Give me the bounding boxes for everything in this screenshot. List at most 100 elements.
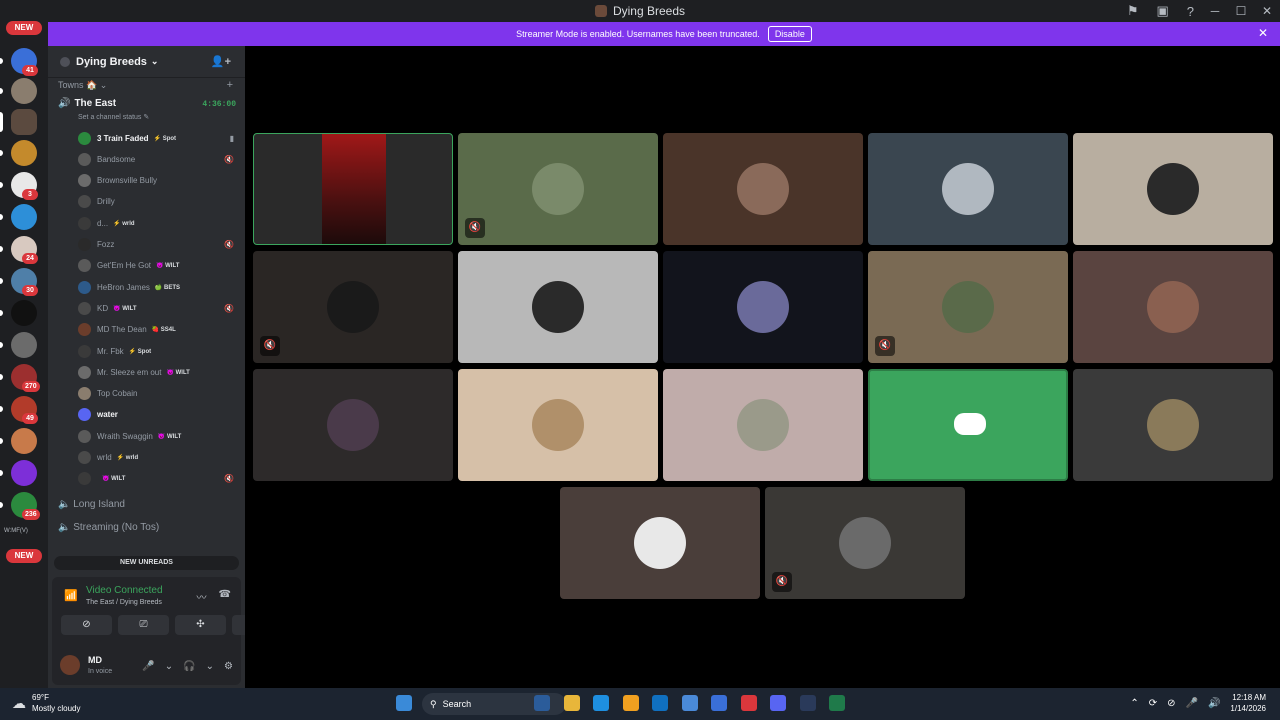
participant-tile[interactable] [663, 251, 863, 363]
unread-pip [0, 310, 3, 316]
network-icon[interactable]: ⊘ [1167, 698, 1175, 709]
disable-button[interactable]: Disable [767, 26, 812, 42]
member-item[interactable]: 3 Train Faded ⚡ Spot ▮ [78, 129, 240, 147]
category-towns[interactable]: Towns 🏠 ⌄ [58, 80, 107, 91]
chevron-up-icon[interactable]: ⌃ [1130, 698, 1138, 709]
server-icon[interactable] [11, 204, 37, 230]
server-icon[interactable] [11, 428, 37, 454]
headphones-icon[interactable]: 🎧 [183, 661, 195, 672]
participant-tile[interactable] [253, 369, 453, 481]
camera-button[interactable]: ⊘ [61, 615, 112, 635]
channel-status[interactable]: Set a channel status ✎ [78, 113, 149, 121]
sync-icon[interactable]: ⟳ [1149, 698, 1157, 709]
member-name: Mr. Fbk [97, 346, 124, 356]
member-item[interactable]: water [78, 406, 240, 424]
weather-widget[interactable]: ☁ 69°F Mostly cloudy [12, 692, 80, 714]
participant-tile[interactable] [868, 133, 1068, 245]
close-icon[interactable]: ✕ [1258, 26, 1268, 40]
invite-icon[interactable]: 👤+ [211, 55, 231, 68]
member-item[interactable]: 😈 WILT 🔇 [78, 470, 240, 488]
disconnect-icon[interactable]: ☎ [219, 589, 231, 604]
chevron-down-icon[interactable]: ⌄ [206, 661, 214, 672]
participant-tile[interactable] [1073, 369, 1273, 481]
member-item[interactable]: Mr. Fbk ⚡ Spot [78, 342, 240, 360]
avatar [78, 152, 91, 166]
mic-icon[interactable]: 🎤 [142, 661, 154, 672]
close-button[interactable]: ✕ [1254, 4, 1280, 18]
screen-icon[interactable]: ▣ [1156, 3, 1168, 19]
server-label[interactable]: W:MF(V) [4, 528, 28, 534]
participant-tile[interactable] [253, 133, 453, 245]
clock[interactable]: 12:18 AM 1/14/2026 [1230, 692, 1266, 714]
server-icon[interactable] [11, 109, 37, 135]
member-item[interactable]: Bandsome 🔇 [78, 150, 240, 168]
participant-tile[interactable] [868, 369, 1068, 481]
server-icon[interactable] [11, 300, 37, 326]
activities-button[interactable]: ✣ [175, 615, 226, 635]
participant-tile[interactable]: 🔇 [868, 251, 1068, 363]
taskbar-app-icon[interactable] [622, 695, 639, 711]
participant-tile[interactable] [1073, 251, 1273, 363]
participant-tile[interactable] [560, 487, 760, 599]
help-icon[interactable]: ? [1187, 4, 1194, 19]
server-icon[interactable] [11, 140, 37, 166]
noise-suppression-icon[interactable]: 〰 [197, 589, 207, 604]
screenshare-button[interactable]: ⎚ [118, 615, 169, 635]
taskbar-app-icon[interactable] [593, 695, 609, 711]
server-icon[interactable] [11, 460, 37, 486]
muted-icon: 🔇 [875, 336, 895, 356]
maximize-button[interactable]: ☐ [1228, 4, 1254, 18]
avatar[interactable] [60, 655, 80, 675]
member-item[interactable]: Get'Em He Got 😈 WILT [78, 257, 240, 275]
participant-tile[interactable] [663, 369, 863, 481]
signal-icon[interactable]: 📶 [64, 589, 78, 602]
voice-channel-long-island[interactable]: 🔈 Long Island [58, 499, 125, 510]
member-item[interactable]: KD 😈 WILT 🔇 [78, 299, 240, 317]
participant-tile[interactable]: 🔇 [458, 133, 658, 245]
participant-tile[interactable]: 🔇 [765, 487, 965, 599]
taskbar-app-icon[interactable] [534, 695, 550, 711]
voice-status-subtitle[interactable]: The East / Dying Breeds [86, 599, 162, 606]
unread-pip [0, 214, 3, 220]
add-channel-icon[interactable]: + [227, 79, 233, 91]
member-item[interactable]: d... ⚡ wrld [78, 214, 240, 232]
taskbar-app-icon[interactable] [829, 695, 845, 711]
new-pill-badge[interactable]: NEW [6, 549, 42, 563]
start-icon[interactable] [396, 695, 412, 711]
taskbar-app-icon[interactable] [681, 695, 698, 711]
member-item[interactable]: Wraith Swaggin 😈 WILT [78, 427, 240, 445]
new-pill-badge[interactable]: NEW [6, 21, 42, 35]
unread-pip [0, 112, 3, 132]
guild-header[interactable]: Dying Breeds ⌄ 👤+ [48, 46, 245, 78]
participant-tile[interactable] [1073, 133, 1273, 245]
member-item[interactable]: MD The Dean 🍓 SS4L [78, 321, 240, 339]
guild-icon [60, 56, 70, 67]
volume-icon[interactable]: 🔊 [1208, 698, 1220, 709]
participant-tile[interactable] [458, 251, 658, 363]
member-item[interactable]: Drilly [78, 193, 240, 211]
server-icon[interactable] [11, 332, 37, 358]
member-item[interactable]: wrld ⚡ wrld [78, 449, 240, 467]
taskbar-app-icon[interactable] [652, 695, 668, 711]
new-unreads-button[interactable]: NEW UNREADS [54, 556, 239, 570]
minimize-button[interactable]: ─ [1202, 4, 1228, 18]
member-item[interactable]: HeBron James 🍏 BETS [78, 278, 240, 296]
voice-channel-streaming[interactable]: 🔈 Streaming (No Tos) [58, 522, 159, 533]
taskbar-app-icon[interactable] [740, 695, 757, 711]
taskbar-app-icon[interactable] [799, 695, 816, 711]
mic-icon[interactable]: 🎤 [1186, 698, 1198, 709]
chevron-down-icon[interactable]: ⌄ [165, 661, 173, 672]
server-icon[interactable] [11, 78, 37, 104]
inbox-icon[interactable]: ⚑ [1127, 3, 1139, 19]
participant-tile[interactable] [458, 369, 658, 481]
taskbar-app-icon[interactable] [563, 695, 580, 711]
member-item[interactable]: Brownsville Bully [78, 172, 240, 190]
taskbar-app-icon[interactable] [770, 695, 786, 711]
participant-tile[interactable] [663, 133, 863, 245]
gear-icon[interactable]: ⚙ [224, 661, 233, 672]
member-item[interactable]: Mr. Sleeze em out 😈 WILT [78, 363, 240, 381]
participant-tile[interactable]: 🔇 [253, 251, 453, 363]
member-item[interactable]: Fozz 🔇 [78, 236, 240, 254]
member-item[interactable]: Top Cobain [78, 385, 240, 403]
taskbar-app-icon[interactable] [711, 695, 727, 711]
